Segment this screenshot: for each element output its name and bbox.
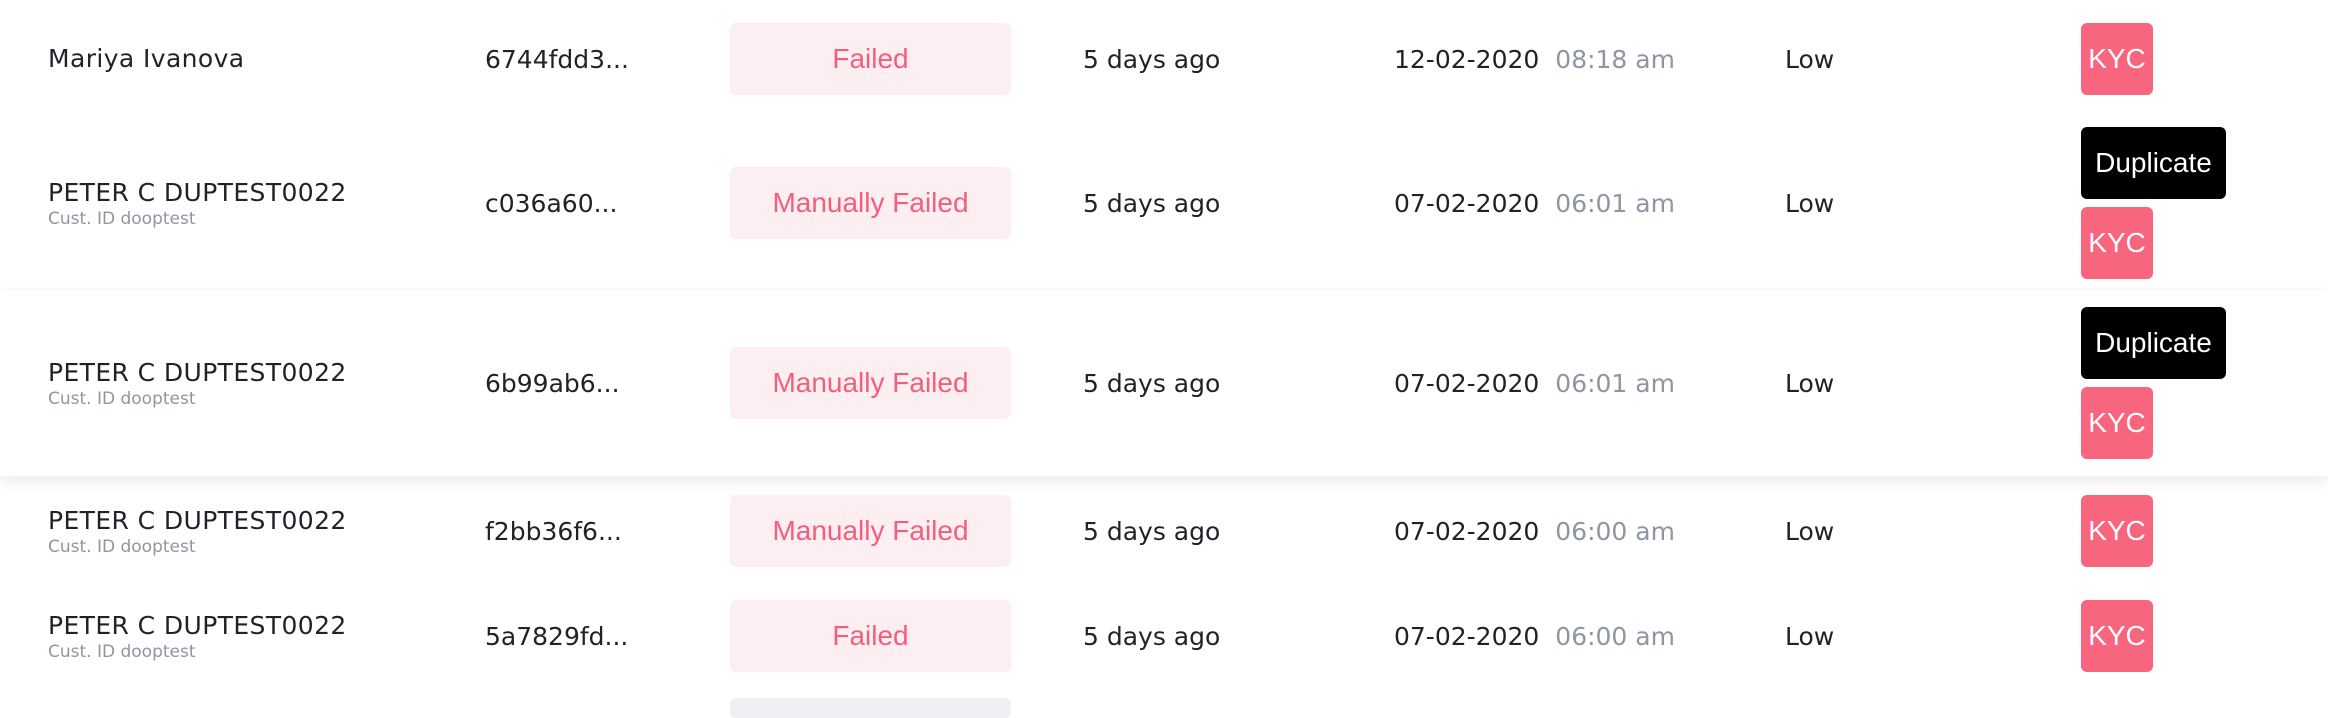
risk-level: Low	[1785, 188, 1835, 218]
relative-time: 5 days ago	[1083, 621, 1221, 651]
id-cell: 6744fdd3...	[485, 0, 645, 118]
status-badge: Manually Failed	[730, 347, 1011, 419]
date: 07-02-2020	[1394, 188, 1540, 218]
actions-cell: Duplicate KYC	[2081, 290, 2281, 476]
status-cell: Manually Failed	[730, 476, 1011, 586]
table-row[interactable]: PETER C DUPTEST0022 Cust. ID dooptest c0…	[0, 118, 2328, 288]
relative-time: 5 days ago	[1083, 44, 1221, 74]
id-cell: 6b99ab6...	[485, 290, 645, 476]
relative-time: 5 days ago	[1083, 368, 1221, 398]
relative-time-cell: 5 days ago	[1083, 586, 1323, 686]
date: 07-02-2020	[1394, 368, 1540, 398]
relative-time: 5 days ago	[1083, 516, 1221, 546]
time: 06:00 am	[1555, 621, 1675, 651]
risk-cell: Low	[1785, 586, 1905, 686]
datetime-cell: 07-02-2020 06:00 am	[1394, 476, 1734, 586]
customer-name: Mariya Ivanova	[48, 44, 245, 73]
time: 08:18 am	[1555, 44, 1675, 74]
risk-level: Low	[1785, 44, 1835, 74]
id-cell: f2bb36f6...	[485, 476, 645, 586]
customer-id: Cust. ID dooptest	[48, 388, 196, 409]
record-id: c036a60...	[485, 188, 618, 218]
relative-time-cell: 5 days ago	[1083, 476, 1323, 586]
kyc-button[interactable]: KYC	[2081, 495, 2153, 567]
status-badge: Failed	[730, 23, 1011, 95]
record-id: 6744fdd3...	[485, 44, 629, 74]
table-row[interactable]: PETER C DUPTEST0022 Cust. ID dooptest 5a…	[0, 586, 2328, 686]
status-badge-partial	[730, 698, 1011, 718]
actions-cell: Duplicate KYC	[2081, 118, 2281, 288]
status-cell: Manually Failed	[730, 290, 1011, 476]
datetime-cell: 12-02-2020 08:18 am	[1394, 0, 1734, 118]
risk-level: Low	[1785, 621, 1835, 651]
customer-name: PETER C DUPTEST0022	[48, 357, 347, 387]
risk-cell: Low	[1785, 118, 1905, 288]
risk-level: Low	[1785, 368, 1835, 398]
table-row[interactable]: Mariya Ivanova 6744fdd3... Failed 5 days…	[0, 0, 2328, 118]
actions-cell: KYC	[2081, 586, 2281, 686]
datetime-cell: 07-02-2020 06:01 am	[1394, 290, 1734, 476]
record-id: f2bb36f6...	[485, 516, 622, 546]
status-badge: Manually Failed	[730, 167, 1011, 239]
id-cell: c036a60...	[485, 118, 645, 288]
kyc-button[interactable]: KYC	[2081, 387, 2153, 459]
record-id: 6b99ab6...	[485, 368, 620, 398]
name-cell: PETER C DUPTEST0022 Cust. ID dooptest	[48, 586, 448, 686]
risk-cell: Low	[1785, 0, 1905, 118]
customer-id: Cust. ID dooptest	[48, 536, 196, 557]
name-cell: PETER C DUPTEST0022 Cust. ID dooptest	[48, 118, 448, 288]
duplicate-button[interactable]: Duplicate	[2081, 127, 2226, 199]
relative-time-cell: 5 days ago	[1083, 118, 1323, 288]
table-row[interactable]: PETER C DUPTEST0022 Cust. ID dooptest 6b…	[0, 290, 2328, 476]
table-row[interactable]: PETER C DUPTEST0022 Cust. ID dooptest f2…	[0, 476, 2328, 586]
relative-time: 5 days ago	[1083, 188, 1221, 218]
datetime-cell: 07-02-2020 06:00 am	[1394, 586, 1734, 686]
name-cell: PETER C DUPTEST0022 Cust. ID dooptest	[48, 476, 448, 586]
status-badge: Failed	[730, 600, 1011, 672]
risk-cell: Low	[1785, 476, 1905, 586]
status-cell: Manually Failed	[730, 118, 1011, 288]
customer-name: PETER C DUPTEST0022	[48, 610, 347, 640]
customer-id: Cust. ID dooptest	[48, 208, 196, 229]
kyc-button[interactable]: KYC	[2081, 207, 2153, 279]
relative-time-cell: 5 days ago	[1083, 290, 1323, 476]
id-cell: 5a7829fd...	[485, 586, 645, 686]
name-cell: Mariya Ivanova	[48, 0, 448, 118]
customer-name: PETER C DUPTEST0022	[48, 505, 347, 535]
record-id: 5a7829fd...	[485, 621, 629, 651]
time: 06:01 am	[1555, 188, 1675, 218]
date: 07-02-2020	[1394, 621, 1540, 651]
datetime-cell: 07-02-2020 06:01 am	[1394, 118, 1734, 288]
customer-id: Cust. ID dooptest	[48, 641, 196, 662]
kyc-button[interactable]: KYC	[2081, 23, 2153, 95]
name-cell: PETER C DUPTEST0022 Cust. ID dooptest	[48, 290, 448, 476]
relative-time-cell: 5 days ago	[1083, 0, 1323, 118]
risk-level: Low	[1785, 516, 1835, 546]
time: 06:01 am	[1555, 368, 1675, 398]
actions-cell: KYC	[2081, 0, 2281, 118]
risk-cell: Low	[1785, 290, 1905, 476]
status-cell: Failed	[730, 586, 1011, 686]
kyc-button[interactable]: KYC	[2081, 600, 2153, 672]
date: 07-02-2020	[1394, 516, 1540, 546]
date: 12-02-2020	[1394, 44, 1540, 74]
status-cell: Failed	[730, 0, 1011, 118]
customer-name: PETER C DUPTEST0022	[48, 177, 347, 207]
time: 06:00 am	[1555, 516, 1675, 546]
status-badge: Manually Failed	[730, 495, 1011, 567]
actions-cell: KYC	[2081, 476, 2281, 586]
duplicate-button[interactable]: Duplicate	[2081, 307, 2226, 379]
